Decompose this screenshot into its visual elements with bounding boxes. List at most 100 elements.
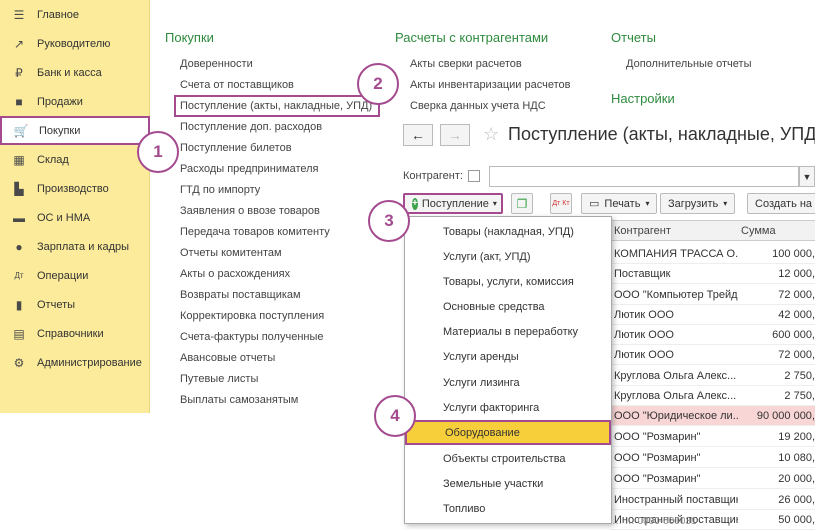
dt-kt-icon: Дт — [14, 271, 24, 280]
cell-sum: 2 750, — [784, 390, 815, 402]
dropdown-item-land[interactable]: Земельные участки — [405, 471, 611, 496]
dropdown-item-services[interactable]: Услуги (акт, УПД) — [405, 244, 611, 269]
chevron-down-icon: ▾ — [723, 199, 728, 208]
link-reconciliation-acts[interactable]: Акты сверки расчетов — [410, 58, 522, 70]
column-header-sum[interactable]: Сумма — [741, 225, 776, 237]
link-supplier-returns[interactable]: Возвраты поставщикам — [180, 289, 301, 301]
cell-counterparty: Круглова Ольга Алекс... — [614, 390, 737, 402]
sidebar-item-sales[interactable]: ■ Продажи — [0, 87, 150, 116]
post-receipt-button[interactable]: + Поступление ▾ — [403, 193, 503, 214]
copy-button[interactable]: ❐ — [511, 193, 533, 214]
sidebar-item-label: Операции — [37, 269, 89, 282]
table-row[interactable]: ООО "Розмарин" 20 000, — [610, 469, 815, 489]
table-row[interactable]: ООО "Розмарин" 10 080, — [610, 448, 815, 468]
link-receipt-adjustment[interactable]: Корректировка поступления — [180, 310, 324, 322]
sidebar-item-directories[interactable]: ▤ Справочники — [0, 319, 150, 348]
counterparty-checkbox[interactable] — [468, 170, 480, 182]
sidebar-item-purchases[interactable]: 🛒 Покупки — [0, 116, 150, 145]
callout-2: 2 — [357, 63, 399, 105]
sidebar-item-operations[interactable]: Дт Операции — [0, 261, 150, 290]
cell-counterparty: КОМПАНИЯ ТРАССА О... — [614, 248, 738, 260]
link-power-of-attorney[interactable]: Доверенности — [180, 58, 253, 70]
menu-icon: ☰ — [13, 7, 25, 22]
counterparty-input[interactable] — [489, 166, 799, 187]
sidebar-item-label: Администрирование — [37, 356, 142, 369]
dropdown-item-fuel[interactable]: Топливо — [405, 496, 611, 521]
link-entrepreneur-expenses[interactable]: Расходы предпринимателя — [180, 163, 319, 175]
table-row[interactable]: Лютик ООО 600 000, — [610, 325, 815, 345]
link-tickets[interactable]: Поступление билетов — [180, 142, 292, 154]
cell-counterparty: Поставщик — [614, 268, 671, 280]
dropdown-item-factoring-services[interactable]: Услуги факторинга — [405, 395, 611, 420]
warehouse-icon: ▦ — [13, 152, 25, 167]
page-title: Поступление (акты, накладные, УПД) — [508, 124, 815, 144]
table-row[interactable]: Круглова Ольга Алекс... 2 750, — [610, 366, 815, 386]
book-icon: ▤ — [13, 326, 25, 341]
link-self-employed-payments[interactable]: Выплаты самозанятым — [180, 394, 298, 406]
sidebar-item-label: Производство — [37, 182, 109, 195]
print-button[interactable]: ▭ Печать ▾ — [581, 193, 658, 214]
link-advance-reports[interactable]: Авансовые отчеты — [180, 352, 275, 364]
dropdown-item-equipment[interactable]: Оборудование — [405, 420, 611, 445]
link-receipts[interactable]: Поступление (акты, накладные, УПД) — [174, 95, 381, 117]
sidebar-item-manager[interactable]: ↗ Руководителю — [0, 29, 150, 58]
callout-1: 1 — [137, 131, 179, 173]
link-waybills[interactable]: Путевые листы — [180, 373, 258, 385]
cell-counterparty: ООО "Розмарин" — [614, 473, 701, 485]
table-row[interactable]: Круглова Ольга Алекс... 2 750, — [610, 386, 815, 406]
printer-icon: ▭ — [589, 198, 600, 210]
dropdown-item-fixed-assets[interactable]: Основные средства — [405, 294, 611, 319]
section-title-settings: Настройки — [611, 91, 675, 106]
create-based-button[interactable]: Создать на о — [747, 193, 815, 214]
dropdown-item-commission[interactable]: Товары, услуги, комиссия — [405, 269, 611, 294]
sidebar-item-main[interactable]: ☰ Главное — [0, 0, 150, 29]
sidebar-item-production[interactable]: ▙ Производство — [0, 174, 150, 203]
dt-kt-button[interactable]: Дт Кт — [550, 193, 572, 214]
link-inventory-acts[interactable]: Акты инвентаризации расчетов — [410, 79, 570, 91]
cell-sum: 26 000, — [778, 494, 815, 506]
link-received-invoices[interactable]: Счета-фактуры полученные — [180, 331, 324, 343]
link-vat-reconciliation[interactable]: Сверка данных учета НДС — [410, 100, 546, 112]
table-row[interactable]: Лютик ООО 42 000, — [610, 305, 815, 325]
link-supplier-invoices[interactable]: Счета от поставщиков — [180, 79, 294, 91]
chevron-down-icon: ▾ — [492, 199, 497, 208]
callout-3: 3 — [368, 200, 410, 242]
dropdown-item-leasing-services[interactable]: Услуги лизинга — [405, 370, 611, 395]
link-additional-reports[interactable]: Дополнительные отчеты — [626, 58, 751, 70]
table-row[interactable]: ООО "Компьютер Трейд" 72 000, — [610, 285, 815, 305]
sidebar-item-admin[interactable]: ⚙ Администрирование — [0, 348, 150, 377]
cell-sum: 50 000, — [778, 514, 815, 526]
dropdown-item-processing-materials[interactable]: Материалы в переработку — [405, 319, 611, 344]
table-row[interactable]: Лютик ООО 72 000, — [610, 345, 815, 365]
link-import-declarations[interactable]: ГТД по импорту — [180, 184, 260, 196]
star-icon[interactable]: ☆ — [483, 124, 499, 145]
link-discrepancy-acts[interactable]: Акты о расхождениях — [180, 268, 290, 280]
sidebar-item-assets[interactable]: ▬ ОС и НМА — [0, 203, 150, 232]
link-principal-reports[interactable]: Отчеты комитентам — [180, 247, 282, 259]
link-additional-expenses[interactable]: Поступление доп. расходов — [180, 121, 322, 133]
link-transfer-to-principal[interactable]: Передача товаров комитенту — [180, 226, 330, 238]
cell-counterparty: ООО "Розмарин" — [614, 431, 701, 443]
link-import-applications[interactable]: Заявления о ввозе товаров — [180, 205, 320, 217]
table-row[interactable]: ООО "Розмарин" 19 200, — [610, 427, 815, 447]
sidebar-item-bank[interactable]: ₽ Банк и касса — [0, 58, 150, 87]
coin-icon: ₽ — [15, 65, 23, 80]
dropdown-item-goods[interactable]: Товары (накладная, УПД) — [405, 219, 611, 244]
sidebar-item-salary[interactable]: ● Зарплата и кадры — [0, 232, 150, 261]
table-row[interactable]: Поставщик 12 000, — [610, 264, 815, 284]
table-row-highlighted[interactable]: ООО "Юридическое ли... 90 000 000, — [610, 406, 815, 426]
cell-sum: 2 750, — [784, 370, 815, 382]
forward-button[interactable]: → — [440, 124, 470, 146]
table-row[interactable]: Иностранный поставщик 26 000, — [610, 490, 815, 510]
dropdown-item-rent-services[interactable]: Услуги аренды — [405, 344, 611, 369]
dropdown-item-construction[interactable]: Объекты строительства — [405, 446, 611, 471]
partial-row-text: … … 0000-000031 — [612, 516, 697, 527]
sidebar-item-warehouse[interactable]: ▦ Склад — [0, 145, 150, 174]
back-button[interactable]: ← — [403, 124, 433, 146]
cell-sum: 72 000, — [778, 289, 815, 301]
sidebar-item-reports[interactable]: ▮ Отчеты — [0, 290, 150, 319]
load-button[interactable]: Загрузить ▾ — [660, 193, 736, 214]
chevron-down-icon[interactable]: ▼ — [799, 166, 815, 187]
table-row[interactable]: КОМПАНИЯ ТРАССА О... 100 000, — [610, 244, 815, 264]
column-header-counterparty[interactable]: Контрагент — [614, 225, 671, 237]
